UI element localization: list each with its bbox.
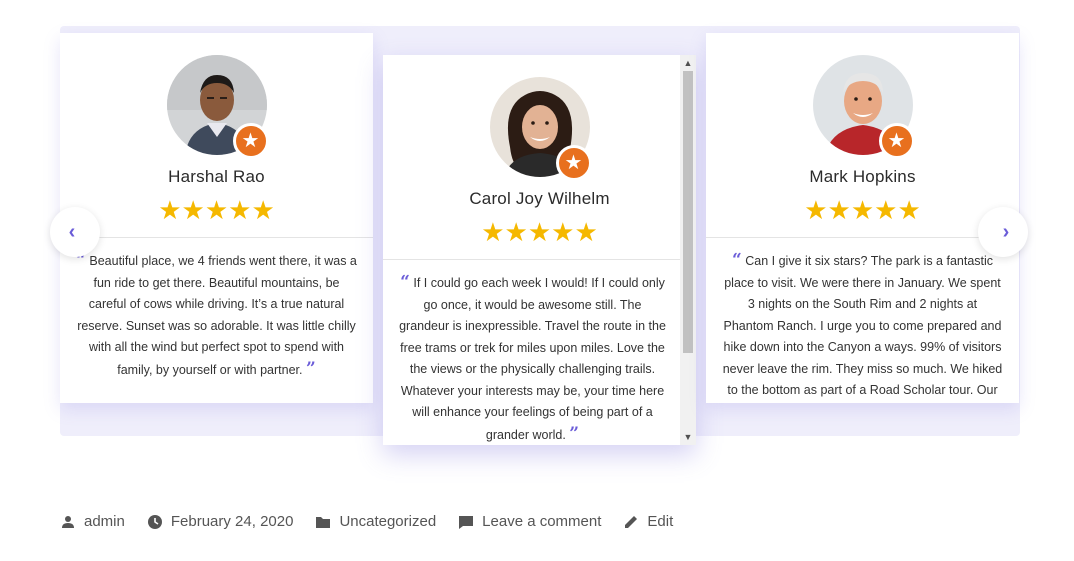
testimonial-card: ★ Mark Hopkins ★★★★★ “ Can I give it six…	[706, 33, 1019, 403]
testimonial-card: ★ Harshal Rao ★★★★★ “ Beautiful place, w…	[60, 33, 373, 403]
testimonial-card-active: ★ Carol Joy Wilhelm ★★★★★ “ If I could g…	[383, 55, 696, 445]
carousel-prev-button[interactable]: ‹	[50, 207, 100, 257]
meta-date[interactable]: February 24, 2020	[147, 513, 294, 530]
meta-edit[interactable]: Edit	[623, 513, 673, 530]
scroll-down-arrow-icon[interactable]: ▼	[680, 429, 696, 445]
quote-open-icon: “	[400, 272, 410, 292]
avatar-wrap: ★	[489, 77, 592, 181]
meta-comment[interactable]: Leave a comment	[458, 513, 601, 530]
comment-link[interactable]: Leave a comment	[482, 513, 601, 530]
star-badge-icon: ★	[555, 145, 592, 181]
avatar-wrap: ★	[166, 55, 269, 159]
star-badge-icon: ★	[232, 123, 269, 159]
carousel-next-button[interactable]: ›	[978, 207, 1028, 257]
category-link[interactable]: Uncategorized	[339, 513, 436, 530]
clock-icon	[147, 514, 162, 529]
testimonial-text: “ Can I give it six stars? The park is a…	[706, 238, 1019, 402]
star-rating: ★★★★★	[158, 195, 275, 225]
testimonial-text: “ Beautiful place, we 4 friends went the…	[60, 238, 373, 381]
quote-close-icon: ”	[305, 358, 316, 379]
pencil-icon	[625, 515, 638, 528]
quote-close-icon: ”	[569, 423, 580, 444]
star-rating: ★★★★★	[804, 195, 921, 225]
vertical-scrollbar[interactable]: ▲ ▼	[680, 55, 696, 445]
reviewer-name: Harshal Rao	[168, 167, 265, 186]
folder-icon	[316, 516, 331, 528]
person-icon	[62, 515, 74, 528]
testimonial-text: “ If I could go each week I would! If I …	[383, 260, 696, 445]
quote-body: If I could go each week I would! If I co…	[399, 276, 666, 442]
avatar-wrap: ★	[812, 55, 915, 159]
reviewer-name: Carol Joy Wilhelm	[469, 189, 610, 208]
post-meta: admin February 24, 2020 Uncategorized Le…	[60, 513, 695, 530]
scroll-up-arrow-icon[interactable]: ▲	[680, 55, 696, 71]
reviewer-name: Mark Hopkins	[809, 167, 916, 186]
meta-author[interactable]: admin	[60, 513, 125, 530]
edit-link[interactable]: Edit	[647, 513, 673, 530]
star-badge-icon: ★	[878, 123, 915, 159]
quote-open-icon: “	[731, 250, 742, 270]
meta-category[interactable]: Uncategorized	[315, 513, 436, 530]
scrollbar-thumb[interactable]	[683, 71, 693, 353]
testimonial-carousel: ★ Harshal Rao ★★★★★ “ Beautiful place, w…	[50, 20, 1028, 445]
comment-icon	[459, 515, 474, 529]
quote-body: Can I give it six stars? The park is a f…	[722, 254, 1003, 397]
star-rating: ★★★★★	[481, 217, 598, 247]
author-link[interactable]: admin	[84, 513, 125, 530]
date-link[interactable]: February 24, 2020	[171, 513, 294, 530]
